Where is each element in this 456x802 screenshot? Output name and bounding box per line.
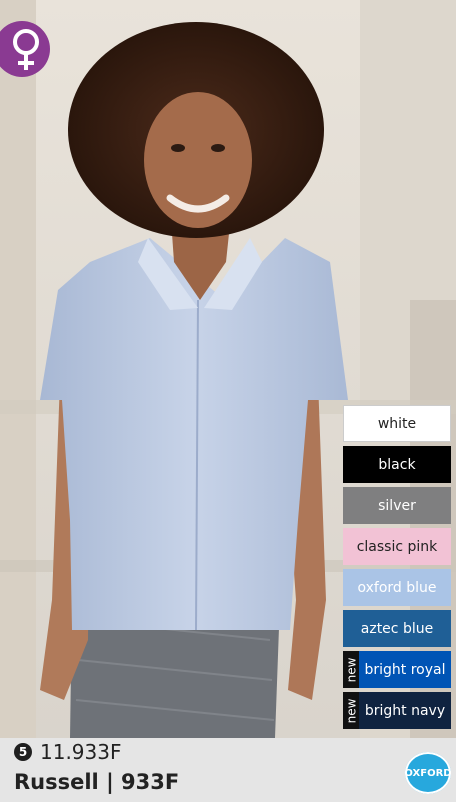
swatch-bright-navy[interactable]: new bright navy xyxy=(343,692,451,729)
product-title: Russell | 933F xyxy=(14,770,180,794)
product-footer: 5 11.933F Russell | 933F xyxy=(0,738,456,802)
oxford-icon: OXFORD xyxy=(404,752,452,794)
swatch-classic-pink[interactable]: classic pink xyxy=(343,528,451,565)
swatch-label: bright royal xyxy=(364,661,446,678)
swatch-aztec-blue[interactable]: aztec blue xyxy=(343,610,451,647)
swatch-label: silver xyxy=(378,497,416,514)
sku-code: 11.933F xyxy=(40,740,122,764)
new-badge: new xyxy=(343,651,359,688)
swatch-label: oxford blue xyxy=(357,579,437,596)
swatch-black[interactable]: black xyxy=(343,446,451,483)
sku-row: 5 11.933F xyxy=(14,740,121,764)
swatch-label: classic pink xyxy=(356,538,438,555)
swatch-silver[interactable]: silver xyxy=(343,487,451,524)
new-badge: new xyxy=(343,692,359,729)
swatch-label: bright navy xyxy=(364,702,446,719)
swatch-bright-royal[interactable]: new bright royal xyxy=(343,651,451,688)
swatch-label: black xyxy=(378,456,416,473)
swatch-label: aztec blue xyxy=(360,620,434,637)
swatch-oxford-blue[interactable]: oxford blue xyxy=(343,569,451,606)
number-badge: 5 xyxy=(14,743,32,761)
swatch-white[interactable]: white xyxy=(343,405,451,442)
female-symbol-icon xyxy=(0,21,50,77)
swatch-label: white xyxy=(377,415,417,432)
color-swatch-list: white black silver classic pink oxford b… xyxy=(343,405,451,733)
product-card: white black silver classic pink oxford b… xyxy=(0,0,456,802)
